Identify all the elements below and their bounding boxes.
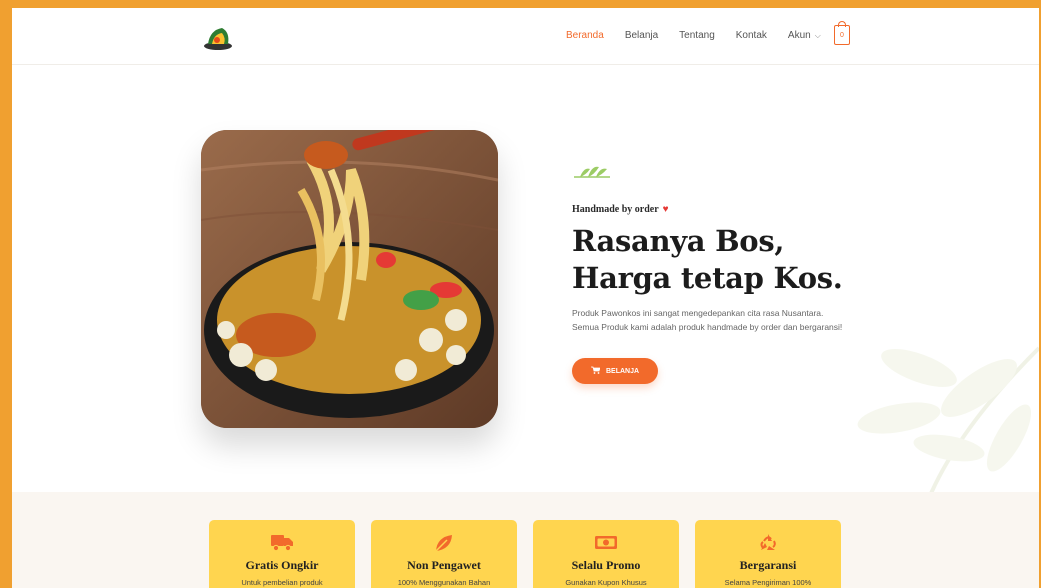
feature-title: Non Pengawet xyxy=(407,558,481,572)
nav-tentang[interactable]: Tentang xyxy=(679,30,715,41)
feature-subtitle: Gunakan Kupon Khusus xyxy=(565,578,647,587)
headline-line-2: Harga tetap Kos. xyxy=(572,261,843,295)
feature-subtitle: Untuk pembelian produk xyxy=(241,578,323,587)
main-nav: Beranda Belanja Tentang Kontak Akun ⌵ xyxy=(566,30,842,41)
feature-subtitle: Selama Pengiriman 100% xyxy=(724,578,812,587)
nav-akun[interactable]: Akun ⌵ xyxy=(788,30,821,41)
money-icon xyxy=(595,536,617,549)
hero-content: Handmade by order ♥ Rasanya Bos, Harga t… xyxy=(572,163,862,384)
shop-button-label: BELANJA xyxy=(605,367,640,375)
recycle-icon xyxy=(760,534,776,550)
feature-card-selalu-promo: Selalu Promo Gunakan Kupon Khusus xyxy=(533,520,679,588)
nav-kontak[interactable]: Kontak xyxy=(736,30,767,41)
cart-count: 0 xyxy=(840,31,844,39)
feature-card-bergaransi: Bergaransi Selama Pengiriman 100% xyxy=(695,520,841,588)
shop-button[interactable]: BELANJA xyxy=(572,358,658,384)
site-header: Beranda Belanja Tentang Kontak Akun ⌵ 0 xyxy=(12,8,1039,65)
truck-icon xyxy=(271,535,293,552)
brand-logo[interactable] xyxy=(200,22,236,52)
leaf-icon xyxy=(435,535,452,552)
feature-title: Gratis Ongkir xyxy=(245,558,319,572)
cart-icon xyxy=(590,366,601,376)
tagline-text: Handmade by order xyxy=(572,204,659,215)
feature-subtitle: 100% Menggunakan Bahan xyxy=(397,578,491,587)
nav-beranda[interactable]: Beranda xyxy=(566,30,604,41)
cart-button[interactable]: 0 xyxy=(834,21,850,45)
hero-description: Produk Pawonkos ini sangat mengedepankan… xyxy=(572,308,843,332)
feature-title: Bergaransi xyxy=(739,558,797,572)
leaf-sprig-icon xyxy=(574,166,610,178)
hero-headline: Rasanya Bos, Harga tetap Kos. xyxy=(572,223,862,297)
hero-image xyxy=(201,130,498,428)
headline-line-1: Rasanya Bos, xyxy=(572,224,785,258)
noodle-bowl-photo xyxy=(201,130,498,428)
nav-belanja[interactable]: Belanja xyxy=(625,30,658,41)
hero-tagline: Handmade by order ♥ xyxy=(572,204,862,215)
heart-icon: ♥ xyxy=(662,204,669,215)
feature-card-gratis-ongkir: Gratis Ongkir Untuk pembelian produk xyxy=(209,520,355,588)
chevron-down-icon: ⌵ xyxy=(814,30,821,40)
feature-card-non-pengawet: Non Pengawet 100% Menggunakan Bahan xyxy=(371,520,517,588)
features-section: Gratis Ongkir Untuk pembelian produk Non… xyxy=(12,492,1039,588)
page-frame: Beranda Belanja Tentang Kontak Akun⌵ 0 xyxy=(12,8,1039,588)
feature-title: Selalu Promo xyxy=(571,558,641,572)
